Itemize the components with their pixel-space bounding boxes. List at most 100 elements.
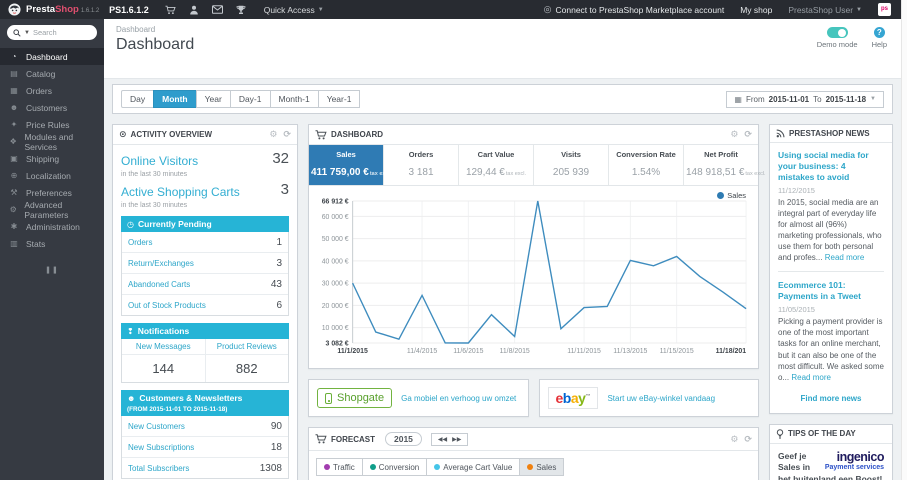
row-link[interactable]: Orders bbox=[128, 238, 152, 247]
active-carts-link[interactable]: Active Shopping Carts bbox=[121, 185, 240, 199]
metric-label: Orders bbox=[408, 150, 434, 159]
shop-name-link[interactable]: PS1.6.1.2 bbox=[109, 5, 149, 15]
demo-mode-toggle[interactable] bbox=[826, 27, 848, 38]
trophy-icon[interactable] bbox=[236, 5, 246, 15]
sales-line-chart: 66 912 € 60 000 € 50 000 € 40 000 € 30 000 €… bbox=[322, 198, 747, 355]
sidebar-item-preferences[interactable]: ⚒ Preferences bbox=[0, 184, 104, 201]
employee-icon[interactable] bbox=[189, 5, 199, 15]
active-carts-sub: in the last 30 minutes bbox=[121, 202, 188, 209]
user-menu-label: PrestaShop User bbox=[788, 4, 854, 15]
topbar: PrestaShop 1.6.1.2 PS1.6.1.2 Quick Access… bbox=[0, 0, 901, 19]
configure-icon[interactable]: ⚙ bbox=[269, 129, 277, 140]
section-header: ☻ Customers & Newsletters (FROM 2015-11-01… bbox=[121, 390, 289, 416]
read-more-link[interactable]: Read more bbox=[791, 373, 831, 382]
ebay-link[interactable]: Start uw eBay-winkel vandaag bbox=[607, 394, 715, 403]
range-button-month-1[interactable]: Month-1 bbox=[269, 90, 319, 108]
article-title-link[interactable]: Using social media for your business: 4 … bbox=[778, 150, 884, 183]
demo-mode-label: Demo mode bbox=[816, 40, 858, 49]
breadcrumb[interactable]: Dashboard bbox=[116, 25, 889, 34]
row-link[interactable]: Out of Stock Products bbox=[128, 301, 206, 310]
sidebar-item-customers[interactable]: ☻ Customers bbox=[0, 99, 104, 116]
forward-icon[interactable]: ▶▶ bbox=[452, 436, 461, 443]
cell-link[interactable]: New Messages bbox=[122, 339, 205, 355]
marketplace-link[interactable]: ◎ Connect to PrestaShop Marketplace accou… bbox=[544, 4, 725, 15]
cart-icon bbox=[315, 434, 327, 444]
configure-icon[interactable]: ⚙ bbox=[730, 434, 738, 445]
sidebar-item-stats[interactable]: ▥ Stats bbox=[0, 235, 104, 252]
article-title-link[interactable]: Ecommerce 101: Payments in a Tweet bbox=[778, 280, 884, 302]
refresh-icon[interactable]: ⟳ bbox=[744, 434, 752, 445]
range-button-year[interactable]: Year bbox=[195, 90, 231, 108]
legend-button-sales[interactable]: Sales bbox=[519, 458, 565, 476]
section-title: Currently Pending bbox=[137, 219, 212, 229]
metric-cart-value[interactable]: Cart Value 129,44 €tax excl. bbox=[459, 145, 534, 185]
trademark-symbol: ™ bbox=[585, 393, 591, 400]
metric-orders[interactable]: Orders 3 181 bbox=[384, 145, 459, 185]
rewind-icon[interactable]: ◀◀ bbox=[438, 436, 447, 443]
legend-button-average-cart-value[interactable]: Average Cart Value bbox=[426, 458, 521, 476]
read-more-link[interactable]: Read more bbox=[825, 253, 865, 262]
quick-access-menu[interactable]: Quick Access ▼ bbox=[264, 5, 324, 15]
gears-icon: ⚙ bbox=[9, 205, 17, 214]
search-scope-caret-icon[interactable]: ▼ bbox=[24, 30, 30, 36]
messages-icon[interactable] bbox=[211, 4, 223, 14]
search-input[interactable] bbox=[32, 28, 83, 37]
row-link[interactable]: Abandoned Carts bbox=[128, 280, 190, 289]
legend-button-traffic[interactable]: Traffic bbox=[316, 458, 363, 476]
article-excerpt: Picking a payment provider is one of the… bbox=[778, 316, 884, 382]
metric-net-profit[interactable]: Net Profit 148 918,51 €tax excl. bbox=[684, 145, 766, 185]
find-more-news-link[interactable]: Find more news bbox=[778, 394, 884, 406]
configure-icon[interactable]: ⚙ bbox=[730, 129, 738, 140]
metric-sales[interactable]: Sales 411 759,00 €tax excl. bbox=[309, 145, 392, 185]
metric-value: 148 918,51 € bbox=[686, 167, 745, 178]
tips-of-the-day-panel: TIPS OF THE DAY ingenico Payment service… bbox=[769, 423, 893, 480]
dashboard-columns: ⊙ ACTIVITY OVERVIEW ⚙ ⟳ Online Visitors 3… bbox=[104, 119, 901, 480]
row-link[interactable]: Total Subscribers bbox=[128, 464, 189, 473]
range-button-day-1[interactable]: Day-1 bbox=[229, 90, 271, 108]
date-range-picker[interactable]: ▦ From 2015-11-01 To 2015-11-18 ▼ bbox=[726, 90, 884, 108]
sidebar-search[interactable]: ▼ bbox=[7, 25, 97, 40]
user-menu[interactable]: PrestaShop User ▼ bbox=[788, 5, 862, 15]
refresh-icon[interactable]: ⟳ bbox=[744, 129, 752, 140]
online-visitors-link[interactable]: Online Visitors bbox=[121, 154, 198, 168]
shopgate-link[interactable]: Ga mobiel en verhoog uw omzet bbox=[401, 394, 516, 403]
refresh-icon[interactable]: ⟳ bbox=[283, 129, 291, 140]
sidebar-item-orders[interactable]: ▦ Orders bbox=[0, 82, 104, 99]
my-shop-link[interactable]: My shop bbox=[740, 5, 772, 15]
range-button-month[interactable]: Month bbox=[153, 90, 197, 108]
row-link[interactable]: Return/Exchanges bbox=[128, 259, 194, 268]
range-button-year-1[interactable]: Year-1 bbox=[317, 90, 361, 108]
chevron-down-icon: ▼ bbox=[317, 6, 324, 13]
row-value: 18 bbox=[270, 441, 282, 453]
row-link[interactable]: New Subscriptions bbox=[128, 443, 194, 452]
legend-label: Traffic bbox=[333, 462, 355, 472]
svg-text:50 000 €: 50 000 € bbox=[322, 236, 349, 243]
metric-conversion-rate[interactable]: Conversion Rate 1.54% bbox=[609, 145, 684, 185]
section-header: ❢ Notifications bbox=[121, 323, 289, 339]
online-visitors-sub: in the last 30 minutes bbox=[121, 171, 188, 178]
sidebar-item-advanced-parameters[interactable]: ⚙ Advanced Parameters bbox=[0, 200, 104, 220]
tags-icon: ✦ bbox=[10, 120, 18, 129]
sidebar-item-modules-and-services[interactable]: ❖ Modules and Services bbox=[0, 132, 104, 152]
sidebar-collapse-button[interactable]: ❚❚ bbox=[0, 266, 104, 274]
panel-body: Online Visitors 32 in the last 30 minute… bbox=[113, 145, 297, 480]
sidebar-item-administration[interactable]: ✱ Administration bbox=[0, 218, 104, 235]
cell-link[interactable]: Product Reviews bbox=[205, 339, 288, 355]
cart-icon[interactable] bbox=[165, 5, 176, 15]
sidebar-item-catalog[interactable]: ▤ Catalog bbox=[0, 65, 104, 82]
sidebar-item-localization[interactable]: ⊕ Localization bbox=[0, 167, 104, 184]
row-value: 43 bbox=[270, 278, 282, 290]
user-avatar[interactable]: ps bbox=[878, 3, 891, 16]
sidebar-item-dashboard[interactable]: ◔ Dashboard bbox=[0, 48, 104, 65]
row-link[interactable]: New Customers bbox=[128, 422, 185, 431]
help-icon[interactable]: ? bbox=[873, 27, 885, 38]
scrollbar-track[interactable] bbox=[901, 0, 907, 480]
sidebar-item-shipping[interactable]: ▣ Shipping bbox=[0, 150, 104, 167]
metric-visits[interactable]: Visits 205 939 bbox=[534, 145, 609, 185]
sidebar-item-price-rules[interactable]: ✦ Price Rules bbox=[0, 116, 104, 133]
sidebar-item-label: Shipping bbox=[26, 153, 60, 164]
legend-button-conversion[interactable]: Conversion bbox=[361, 458, 428, 476]
date-to-value: 2015-11-18 bbox=[825, 94, 867, 104]
chart-legend[interactable]: Sales bbox=[717, 191, 746, 200]
range-button-day[interactable]: Day bbox=[121, 90, 155, 108]
